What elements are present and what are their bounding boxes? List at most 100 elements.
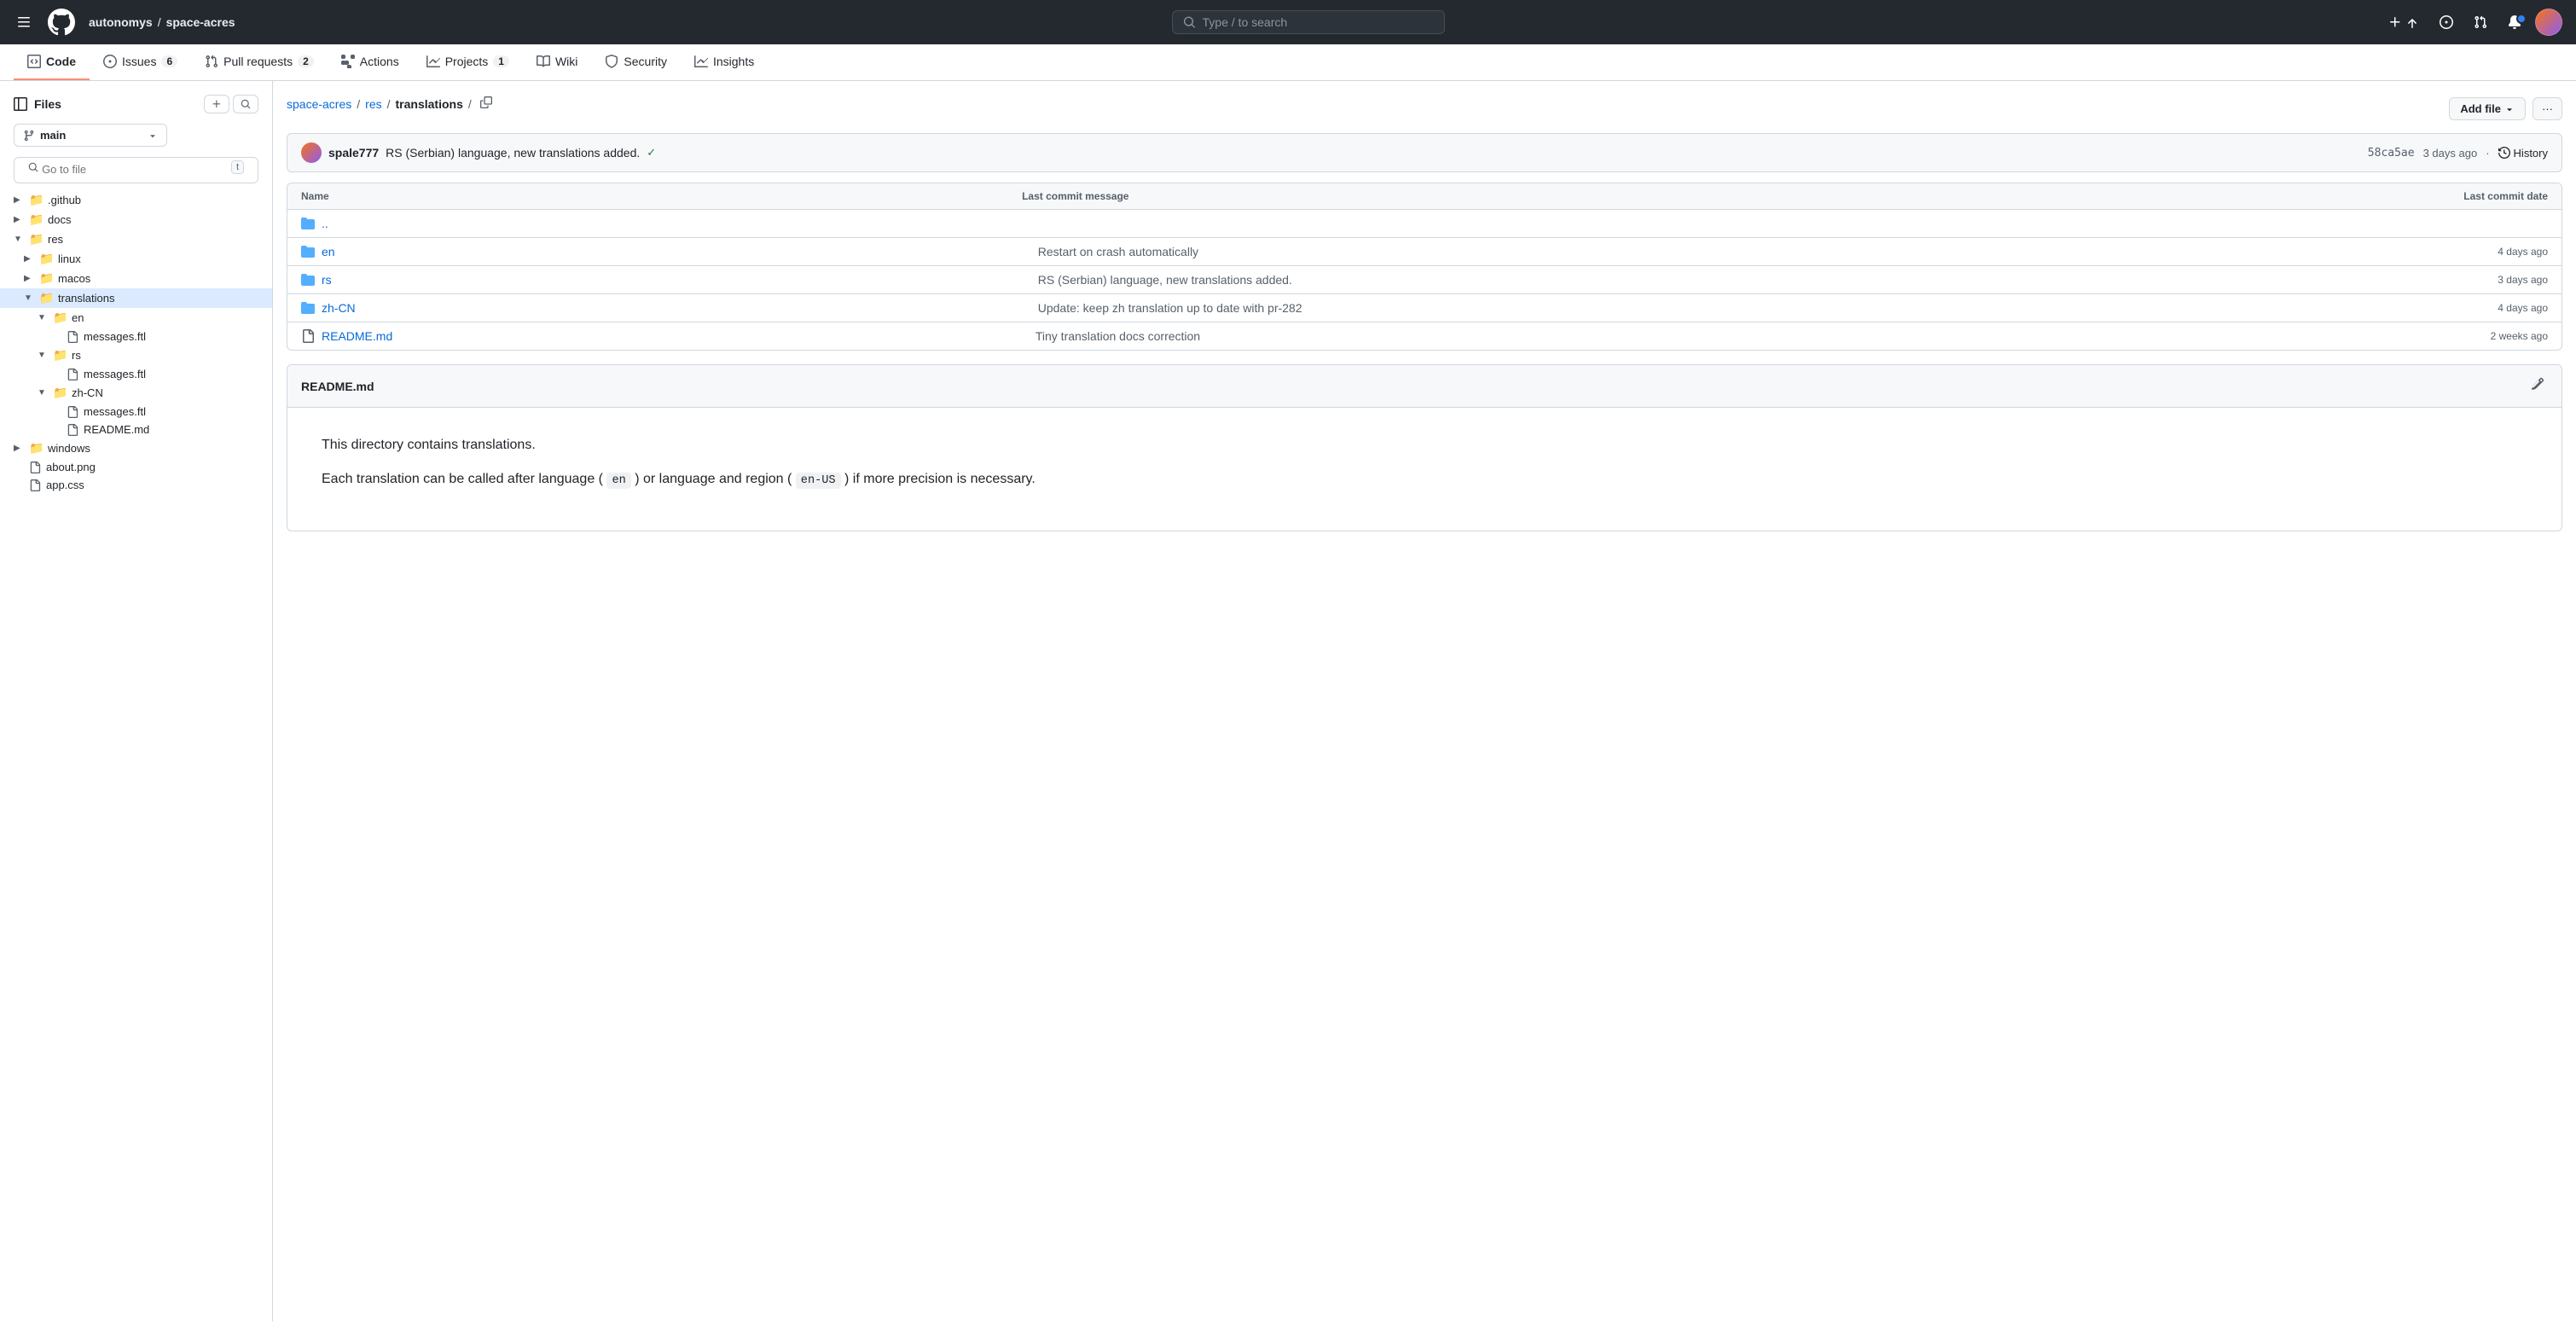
history-label: History xyxy=(2514,147,2548,160)
go-to-file-box[interactable]: t xyxy=(14,157,258,183)
tree-item-messages-zh[interactable]: messages.ftl xyxy=(0,403,272,421)
tree-item-rs-folder[interactable]: ▼ 📁 rs xyxy=(0,345,272,365)
file-name-en: en xyxy=(301,245,1024,258)
nav-code[interactable]: Code xyxy=(14,44,90,80)
tree-item-linux[interactable]: ▶ 📁 linux xyxy=(0,249,272,269)
tree-label-messages-zh: messages.ftl xyxy=(84,405,146,418)
chevron-down-icon: ▼ xyxy=(24,293,34,303)
copy-path-button[interactable] xyxy=(477,95,496,113)
tree-item-translations[interactable]: ▼ 📁 translations xyxy=(0,288,272,308)
file-icon xyxy=(29,479,41,491)
nav-projects[interactable]: Projects 1 xyxy=(413,44,523,80)
nav-projects-label: Projects xyxy=(445,55,489,68)
create-new-button[interactable] xyxy=(2382,12,2426,32)
search-file-sidebar-btn[interactable] xyxy=(233,95,258,113)
tree-item-aboutpng[interactable]: about.png xyxy=(0,458,272,476)
commit-message-link[interactable]: RS (Serbian) language, new translations … xyxy=(386,146,640,160)
content-top-row: space-acres / res / translations / Add f… xyxy=(287,95,2562,123)
file-link-rs[interactable]: rs xyxy=(322,273,332,287)
col-name-header: Name xyxy=(301,190,1022,202)
date-readme: 2 weeks ago xyxy=(2491,330,2548,342)
main-layout: Files main t xyxy=(0,81,2576,1321)
tree-item-zhcn-folder[interactable]: ▼ 📁 zh-CN xyxy=(0,383,272,403)
col-date-header: Last commit date xyxy=(2463,190,2548,202)
issues-button[interactable] xyxy=(2433,12,2460,32)
tree-item-macos[interactable]: ▶ 📁 macos xyxy=(0,269,272,288)
tree-label-res: res xyxy=(48,233,63,246)
tree-item-docs[interactable]: ▶ 📁 docs xyxy=(0,210,272,229)
add-file-sidebar-btn[interactable] xyxy=(204,95,229,113)
commit-msg-rs: RS (Serbian) language, new translations … xyxy=(1038,273,2485,287)
file-name-zhcn: zh-CN xyxy=(301,301,1024,315)
readme-para-2: Each translation can be called after lan… xyxy=(322,469,2527,490)
nav-issues[interactable]: Issues 6 xyxy=(90,44,191,80)
file-tree: ▶ 📁 .github ▶ 📁 docs ▼ 📁 res ▶ 📁 linux xyxy=(0,190,272,494)
file-icon xyxy=(67,406,78,418)
hamburger-button[interactable] xyxy=(14,12,34,32)
chevron-down-icon: ▼ xyxy=(38,351,48,360)
chevron-right-icon: ▶ xyxy=(14,215,24,224)
tree-label-translations: translations xyxy=(58,292,114,305)
header-org-link[interactable]: autonomys xyxy=(89,15,153,29)
file-link-en[interactable]: en xyxy=(322,245,335,258)
sidebar-header: Files xyxy=(0,95,272,124)
readme-code-en-us: en-US xyxy=(796,473,841,489)
tree-item-github[interactable]: ▶ 📁 .github xyxy=(0,190,272,210)
tree-item-readme[interactable]: README.md xyxy=(0,421,272,438)
avatar[interactable] xyxy=(2535,9,2562,36)
file-link-zhcn[interactable]: zh-CN xyxy=(322,301,356,315)
file-link-parent[interactable]: .. xyxy=(322,217,328,230)
readme-edit-button[interactable] xyxy=(2527,374,2548,398)
nav-security[interactable]: Security xyxy=(591,44,681,80)
history-button[interactable]: History xyxy=(2498,147,2548,160)
nav-wiki-label: Wiki xyxy=(555,55,577,68)
tree-label-rs: rs xyxy=(72,349,81,362)
search-input[interactable] xyxy=(1203,15,1434,29)
commit-sha-link[interactable]: 58ca5ae xyxy=(2368,147,2415,160)
nav-actions[interactable]: Actions xyxy=(328,44,413,80)
breadcrumb-repo-link[interactable]: space-acres xyxy=(287,97,351,111)
breadcrumb-res-link[interactable]: res xyxy=(365,97,381,111)
more-options-label: ··· xyxy=(2542,102,2553,115)
readme-container: README.md This directory contains transl… xyxy=(287,364,2562,531)
folder-icon: 📁 xyxy=(29,212,43,227)
header-repo-link[interactable]: space-acres xyxy=(166,15,235,29)
file-link-readme[interactable]: README.md xyxy=(322,329,392,343)
header-search-container xyxy=(249,10,2368,34)
github-logo[interactable] xyxy=(48,9,75,36)
tree-item-en-folder[interactable]: ▼ 📁 en xyxy=(0,308,272,328)
more-options-button[interactable]: ··· xyxy=(2532,97,2562,120)
tree-label-readme: README.md xyxy=(84,423,149,436)
add-file-button[interactable]: Add file xyxy=(2449,97,2526,120)
tree-label-aboutpng: about.png xyxy=(46,461,96,473)
nav-issues-label: Issues xyxy=(122,55,156,68)
tree-item-appcss[interactable]: app.css xyxy=(0,476,272,494)
nav-wiki[interactable]: Wiki xyxy=(523,44,591,80)
commit-avatar xyxy=(301,142,322,163)
projects-badge: 1 xyxy=(493,55,509,67)
breadcrumb-current: translations xyxy=(396,97,463,111)
nav-code-label: Code xyxy=(46,55,76,68)
file-sidebar: Files main t xyxy=(0,81,273,1321)
search-box[interactable] xyxy=(1172,10,1445,34)
nav-pull-requests[interactable]: Pull requests 2 xyxy=(191,44,328,80)
repo-nav: Code Issues 6 Pull requests 2 Actions Pr… xyxy=(0,44,2576,81)
commit-bar-right: 58ca5ae 3 days ago · History xyxy=(2368,147,2548,160)
nav-insights[interactable]: Insights xyxy=(681,44,768,80)
tree-item-res[interactable]: ▼ 📁 res xyxy=(0,229,272,249)
tree-item-messages-en[interactable]: messages.ftl xyxy=(0,328,272,345)
nav-pr-label: Pull requests xyxy=(223,55,293,68)
branch-dropdown[interactable]: main xyxy=(14,124,167,147)
tree-item-messages-rs[interactable]: messages.ftl xyxy=(0,365,272,383)
folder-icon: 📁 xyxy=(39,271,53,286)
tree-label-messages-en: messages.ftl xyxy=(84,330,146,343)
issues-badge: 6 xyxy=(161,55,177,67)
commit-msg-en: Restart on crash automatically xyxy=(1038,245,2485,258)
pr-badge: 2 xyxy=(298,55,314,67)
go-to-file-input[interactable] xyxy=(42,158,228,176)
tree-item-windows[interactable]: ▶ 📁 windows xyxy=(0,438,272,458)
folder-icon xyxy=(301,273,315,287)
pull-requests-button[interactable] xyxy=(2467,12,2494,32)
kbd-t: t xyxy=(231,160,244,174)
notifications-button[interactable] xyxy=(2501,12,2528,32)
